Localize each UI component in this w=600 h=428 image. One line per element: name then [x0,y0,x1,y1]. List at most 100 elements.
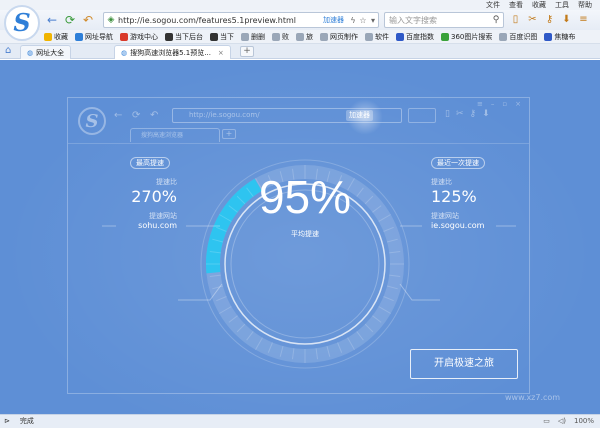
illustration-accel: 加速器 [346,110,373,121]
undo-icon: ↶ [82,13,94,27]
illustration-search [408,108,436,123]
refresh-icon: ⟳ [64,13,76,27]
bookmark-item[interactable]: 旅 [296,30,313,44]
menu-favorites[interactable]: 收藏 [532,0,546,10]
tab-url-directory[interactable]: ◍ 网址大全 [20,45,72,59]
bookmark-label: 百度识图 [509,33,538,41]
chevron-down-icon[interactable]: ▾ [368,16,378,25]
max-speedup-tag: 最高提速 [130,157,170,169]
sogou-logo[interactable]: S [4,5,40,41]
illustration-refresh-icon: ⟳ [132,110,141,121]
zoom-level[interactable]: 100% [574,415,594,428]
bookmark-favicon-icon [75,33,83,41]
bookmark-item[interactable]: 收藏 [44,30,68,44]
search-icon[interactable]: ⚲ [489,15,503,25]
shield-icon: ◈ [107,15,115,25]
search-box[interactable]: 输入文字搜索 ⚲ [384,12,504,28]
bookmark-favicon-icon [544,33,553,41]
illustration-download-icon: ⬇ [482,109,490,119]
last-speedup-tag: 最近一次提速 [431,157,485,169]
watermark: www.xz7.com [505,393,561,402]
illustration-key-icon: ⚷ [469,109,477,119]
bookmark-label: 360图片搜索 [451,33,493,41]
menu-file[interactable]: 文件 [486,0,500,10]
illustration-tab: 搜狗高速浏览器 [130,128,220,142]
bookmark-item[interactable]: 网址导航 [75,30,113,44]
illustration-undo-icon: ↶ [150,110,159,121]
illustration-logo: S [78,107,106,135]
bookmark-label: 网址导航 [85,33,113,41]
bookmark-favicon-icon [272,33,280,41]
toolbar-icons: ▯ ✂ ⚷ ⬇ ≡ [510,12,589,28]
bookmark-label: 收藏 [54,33,68,41]
star-icon[interactable]: ☆ [358,16,368,25]
sidebar-toggle-icon[interactable]: ⊳ [4,415,10,428]
bookmark-item[interactable]: 软件 [365,30,389,44]
monitor-icon[interactable]: ▭ [543,415,550,428]
sogou-favicon-icon: ◍ [121,48,128,57]
address-bar[interactable]: ◈ http://ie.sogou.com/features5.1preview… [103,12,379,28]
illustration-bookmark-icon: ▯ [445,109,450,119]
bookmark-item[interactable]: 百度指数 [396,30,434,44]
bookmark-item[interactable]: 删删 [241,30,265,44]
bookmark-item[interactable]: 游戏中心 [120,30,158,44]
download-icon[interactable]: ⬇ [561,12,572,28]
scissors-icon[interactable]: ✂ [527,12,538,28]
search-input[interactable]: 输入文字搜索 [385,15,489,26]
key-icon[interactable]: ⚷ [544,12,555,28]
menu-help[interactable]: 帮助 [578,0,592,10]
refresh-button[interactable]: ⟳ [62,12,78,28]
start-turbo-button[interactable]: 开启极速之旅 [410,349,518,379]
close-icon[interactable]: × [218,49,224,57]
menu-tools[interactable]: 工具 [555,0,569,10]
illustration-minimize-icon: – [490,100,495,108]
bookmark-item[interactable]: 百度识图 [499,30,537,44]
accelerator-button[interactable]: 加速器 [323,15,344,25]
illustration-url: http://ie.sogou.com/ [189,111,260,119]
bookmark-item[interactable]: 焦糖布 [544,30,575,44]
bookmark-item[interactable]: 360图片搜索 [441,30,492,44]
address-url[interactable]: http://ie.sogou.com/features5.1preview.h… [118,16,323,25]
illustration-scissors-icon: ✂ [455,109,464,119]
illustration-icons: ▯ ✂ ⚷ ⬇ [445,109,490,119]
bookmark-favicon-icon [365,33,373,41]
bookmark-favicon-icon [441,33,449,41]
settings-icon[interactable]: ≡ [578,12,589,28]
menu-items: 文件 查看 收藏 工具 帮助 [486,0,592,10]
bookmark-item[interactable]: 当下 [210,30,234,44]
last-ratio-value: 125% [431,187,477,206]
last-ratio-label: 提速比 [431,178,452,186]
lightning-icon[interactable]: ϟ [348,16,358,25]
bookmark-label: 当下 [220,33,234,41]
bookmark-item[interactable]: 败 [272,30,289,44]
home-icon[interactable]: ⌂ [5,45,11,56]
back-button[interactable]: ← [44,12,60,28]
globe-icon: ◍ [27,48,34,57]
bookmarks-list: 收藏 网址导航 游戏中心 当下后台 当下 删删 败 旅 网页制作 软件 百度指数 360图片搜索 百度识… [44,30,575,44]
illustration-address-bar: http://ie.sogou.com/ 加速器 [172,99,402,135]
bookmark-item[interactable]: 当下后台 [165,30,203,44]
menu-view[interactable]: 查看 [509,0,523,10]
max-ratio-value: 270% [131,187,177,206]
status-text: 完成 [19,417,34,425]
bookmark-label: 百度指数 [406,33,434,41]
tab-label: 搜狗高速浏览器5.1预览... [130,48,211,57]
bookmark-favicon-icon [296,33,304,41]
illustration-new-tab: + [222,129,236,139]
status-bar: ⊳ 完成 ▭ ◁) 100% [0,414,600,428]
bookmark-label: 软件 [375,33,389,41]
new-tab-button[interactable]: + [240,46,254,57]
bookmark-favicon-icon [499,33,508,41]
illustration-close-icon: × [515,100,521,108]
back-arrow-icon: ← [46,13,58,27]
volume-icon[interactable]: ◁) [558,415,566,428]
illustration-menu-icon: ≡ [477,100,483,108]
bookmark-favicon-icon [396,33,404,41]
bookmark-favicon-icon [165,33,173,41]
undo-close-button[interactable]: ↶ [80,12,96,28]
tab-sogou-preview[interactable]: ◍ 搜狗高速浏览器5.1预览... × [114,45,231,59]
last-site-label: 提速网站 [431,212,459,220]
last-speedup-panel: 最近一次提速 提速比 125% 提速网站 ie.sogou.com [431,157,511,230]
bookmark-item[interactable]: 网页制作 [320,30,358,44]
bookmark-icon[interactable]: ▯ [510,12,521,28]
